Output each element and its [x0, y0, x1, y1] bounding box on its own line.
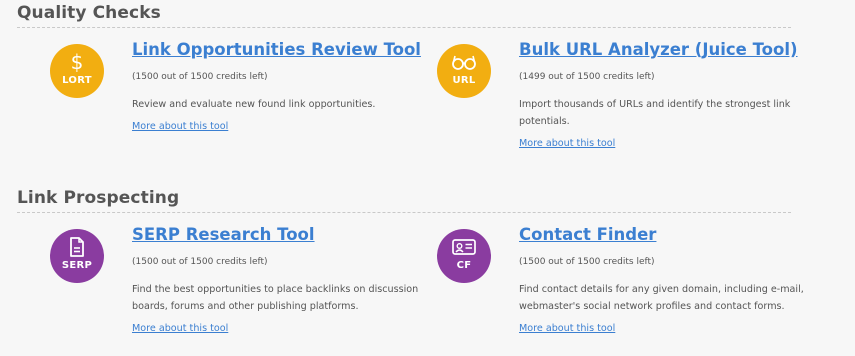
tool-abbr: URL — [452, 75, 476, 86]
tool-icon-cf[interactable]: CF — [437, 229, 491, 283]
tool-abbr: LORT — [62, 75, 92, 86]
tool-title-link[interactable]: Contact Finder — [519, 225, 656, 244]
tool-icon-url[interactable]: URL — [437, 44, 491, 98]
more-about-link[interactable]: More about this tool — [132, 121, 228, 132]
tool-description: Find contact details for any given domai… — [519, 284, 804, 312]
tool-description: Review and evaluate new found link oppor… — [132, 99, 376, 110]
glasses-icon — [437, 52, 491, 72]
more-about-link[interactable]: More about this tool — [132, 323, 228, 334]
tool-abbr: SERP — [61, 260, 93, 271]
tools-page: Quality Checks $ LORT Link Opportunities… — [0, 0, 855, 356]
section-divider — [17, 27, 791, 28]
document-icon — [50, 237, 104, 257]
section-title: Quality Checks — [17, 3, 161, 23]
tool-credits: (1500 out of 1500 credits left) — [132, 72, 268, 82]
tool-credits: (1500 out of 1500 credits left) — [519, 257, 655, 267]
section-title: Link Prospecting — [17, 188, 180, 208]
tool-description: Import thousands of URLs and identify th… — [519, 99, 791, 127]
more-about-link[interactable]: More about this tool — [519, 138, 615, 149]
tool-credits: (1500 out of 1500 credits left) — [132, 257, 268, 267]
contact-card-icon — [437, 237, 491, 257]
section-divider — [17, 212, 791, 213]
tool-title-link[interactable]: SERP Research Tool — [132, 225, 315, 244]
tool-description: Find the best opportunities to place bac… — [132, 284, 419, 312]
tool-icon-lort[interactable]: $ LORT — [50, 44, 104, 98]
tool-icon-serp[interactable]: SERP — [50, 229, 104, 283]
more-about-link[interactable]: More about this tool — [519, 323, 615, 334]
tool-title-link[interactable]: Bulk URL Analyzer (Juice Tool) — [519, 40, 798, 59]
dollar-icon: $ — [50, 51, 104, 73]
svg-text:$: $ — [71, 51, 84, 73]
tool-credits: (1499 out of 1500 credits left) — [519, 72, 655, 82]
tool-abbr: CF — [456, 260, 472, 271]
tool-title-link[interactable]: Link Opportunities Review Tool — [132, 40, 421, 59]
